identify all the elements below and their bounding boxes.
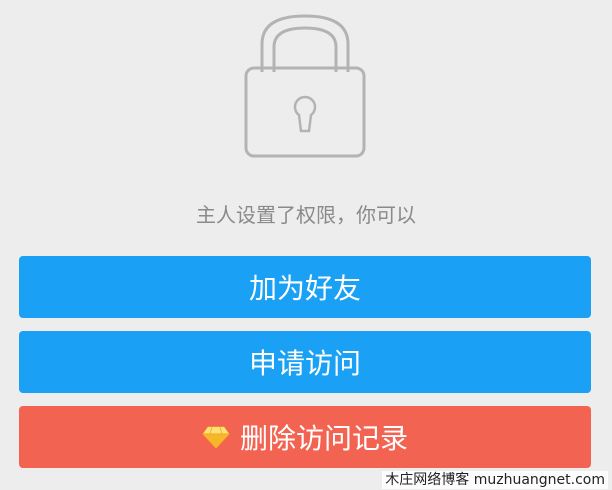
add-friend-label: 加为好友 xyxy=(248,272,361,305)
request-access-label: 申请访问 xyxy=(248,347,361,380)
watermark-text: 木庄网络博客 muzhuangnet.com xyxy=(382,471,608,489)
delete-access-record-label: 删除访问记录 xyxy=(239,422,408,455)
request-access-button[interactable]: 申请访问 xyxy=(19,331,591,393)
add-friend-button[interactable]: 加为好友 xyxy=(19,256,591,318)
diamond-icon xyxy=(202,426,230,449)
delete-access-record-button[interactable]: 删除访问记录 xyxy=(19,406,591,468)
lock-icon xyxy=(244,14,366,158)
permission-message: 主人设置了权限，你可以 xyxy=(196,203,416,227)
